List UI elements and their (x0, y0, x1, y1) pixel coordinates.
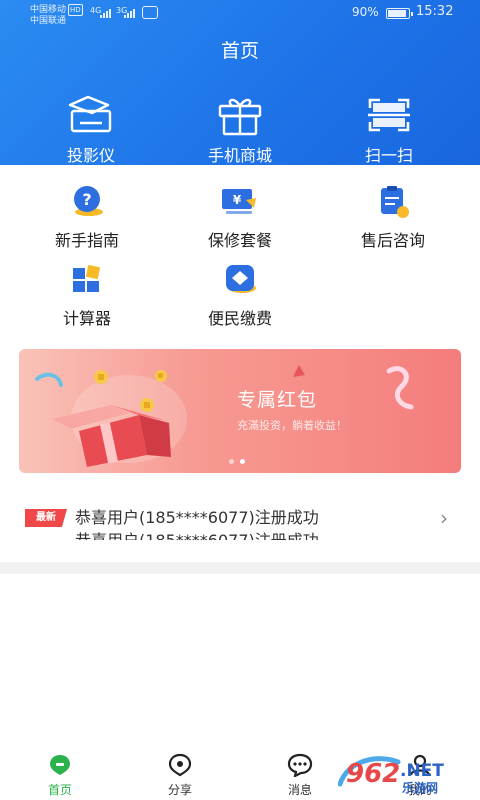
svg-text:¥: ¥ (233, 193, 242, 207)
home-icon (20, 753, 100, 777)
projector-icon (36, 94, 146, 136)
top-item-label: 手机商城 (207, 146, 272, 165)
scan-icon (334, 94, 444, 136)
tab-share[interactable]: 分享 (140, 753, 220, 798)
chevron-right-icon[interactable]: › (440, 506, 448, 530)
watermark-sub: 乐游网 (402, 780, 438, 795)
grid-item-calculator[interactable]: 计算器 (22, 262, 152, 329)
calculator-icon (22, 262, 152, 298)
banner-pagination (229, 459, 245, 464)
watermark-number: 962 (346, 759, 400, 789)
gift-box-illustration (35, 370, 187, 467)
banner-dot[interactable] (229, 459, 234, 464)
grid-item-aftersale[interactable]: 售后咨询 (328, 184, 458, 251)
battery-icon (386, 8, 413, 19)
section-divider (0, 562, 480, 574)
battery-fill (388, 10, 406, 17)
grid-item-label: 便民缴费 (207, 309, 272, 328)
confetti-decoration (293, 365, 305, 377)
watermark-suffix: .NET (400, 761, 444, 781)
banner-dot-active[interactable] (240, 459, 245, 464)
clipboard-icon (328, 184, 458, 220)
top-item-projector[interactable]: 投影仪 (36, 94, 146, 166)
clock: 15:32 (416, 4, 454, 19)
grid-item-guide[interactable]: ? 新手指南 (22, 184, 152, 251)
hd-badge: HD (68, 4, 83, 16)
grid-item-label: 新手指南 (54, 231, 119, 250)
gift-icon (185, 94, 295, 136)
battery-percent: 90% (352, 5, 379, 19)
grid-item-label: 售后咨询 (360, 231, 425, 250)
grid-item-payment[interactable]: 便民缴费 (175, 262, 305, 329)
svg-text:?: ? (82, 190, 91, 209)
banner-subtitle: 充滿投资，躺着收益！ (237, 419, 347, 432)
tab-label: 分享 (167, 783, 192, 797)
top-item-label: 扫一扫 (364, 146, 413, 165)
signal-2-icon (124, 8, 135, 18)
top-item-mall[interactable]: 手机商城 (185, 94, 295, 166)
share-icon (140, 753, 220, 777)
news-ticker[interactable]: 最新 恭喜用户(185****6077)注册成功 恭喜用户(185****607… (0, 500, 480, 542)
payment-icon (175, 262, 305, 298)
ribbon-decoration (386, 366, 414, 410)
top-item-label: 投影仪 (66, 146, 115, 165)
wechat-notification-icon (142, 6, 158, 19)
carrier-2: 中国联通 (30, 16, 67, 26)
yen-card-icon: ¥ (175, 184, 305, 220)
carrier-info: 中国移动 HD 中国联通 (30, 4, 83, 26)
ticker-window: 恭喜用户(185****6077)注册成功 恭喜用户(185****6077)注… (75, 506, 415, 540)
ticker-line: 恭喜用户(185****6077)注册成功 (75, 529, 415, 540)
promo-banner[interactable]: 专属红包 充滿投资，躺着收益！ (19, 349, 461, 473)
message-icon (260, 753, 340, 777)
ticker-line: 恭喜用户(185****6077)注册成功 (75, 508, 319, 527)
signal-1-icon (100, 8, 111, 18)
top-item-scan[interactable]: 扫一扫 (334, 94, 444, 166)
tab-label: 首页 (47, 783, 72, 797)
tab-messages[interactable]: 消息 (260, 753, 340, 798)
tab-home[interactable]: 首页 (20, 753, 100, 798)
question-icon: ? (22, 184, 152, 220)
grid-item-warranty[interactable]: ¥ 保修套餐 (175, 184, 305, 251)
carrier-1: 中国移动 (30, 5, 67, 15)
page-title: 首页 (220, 40, 259, 62)
latest-tag: 最新 (25, 509, 67, 527)
banner-title: 专属红包 (237, 389, 318, 411)
header: 中国移动 HD 中国联通 4G 3G 90% 15:32 首页 投影仪 手机商城 … (0, 0, 480, 165)
site-watermark: 962 .NET 乐游网 (337, 748, 476, 796)
grid-item-label: 计算器 (62, 309, 111, 328)
tab-label: 消息 (287, 783, 312, 797)
grid-item-label: 保修套餐 (207, 231, 272, 250)
status-bar: 中国移动 HD 中国联通 4G 3G 90% 15:32 (0, 0, 480, 28)
